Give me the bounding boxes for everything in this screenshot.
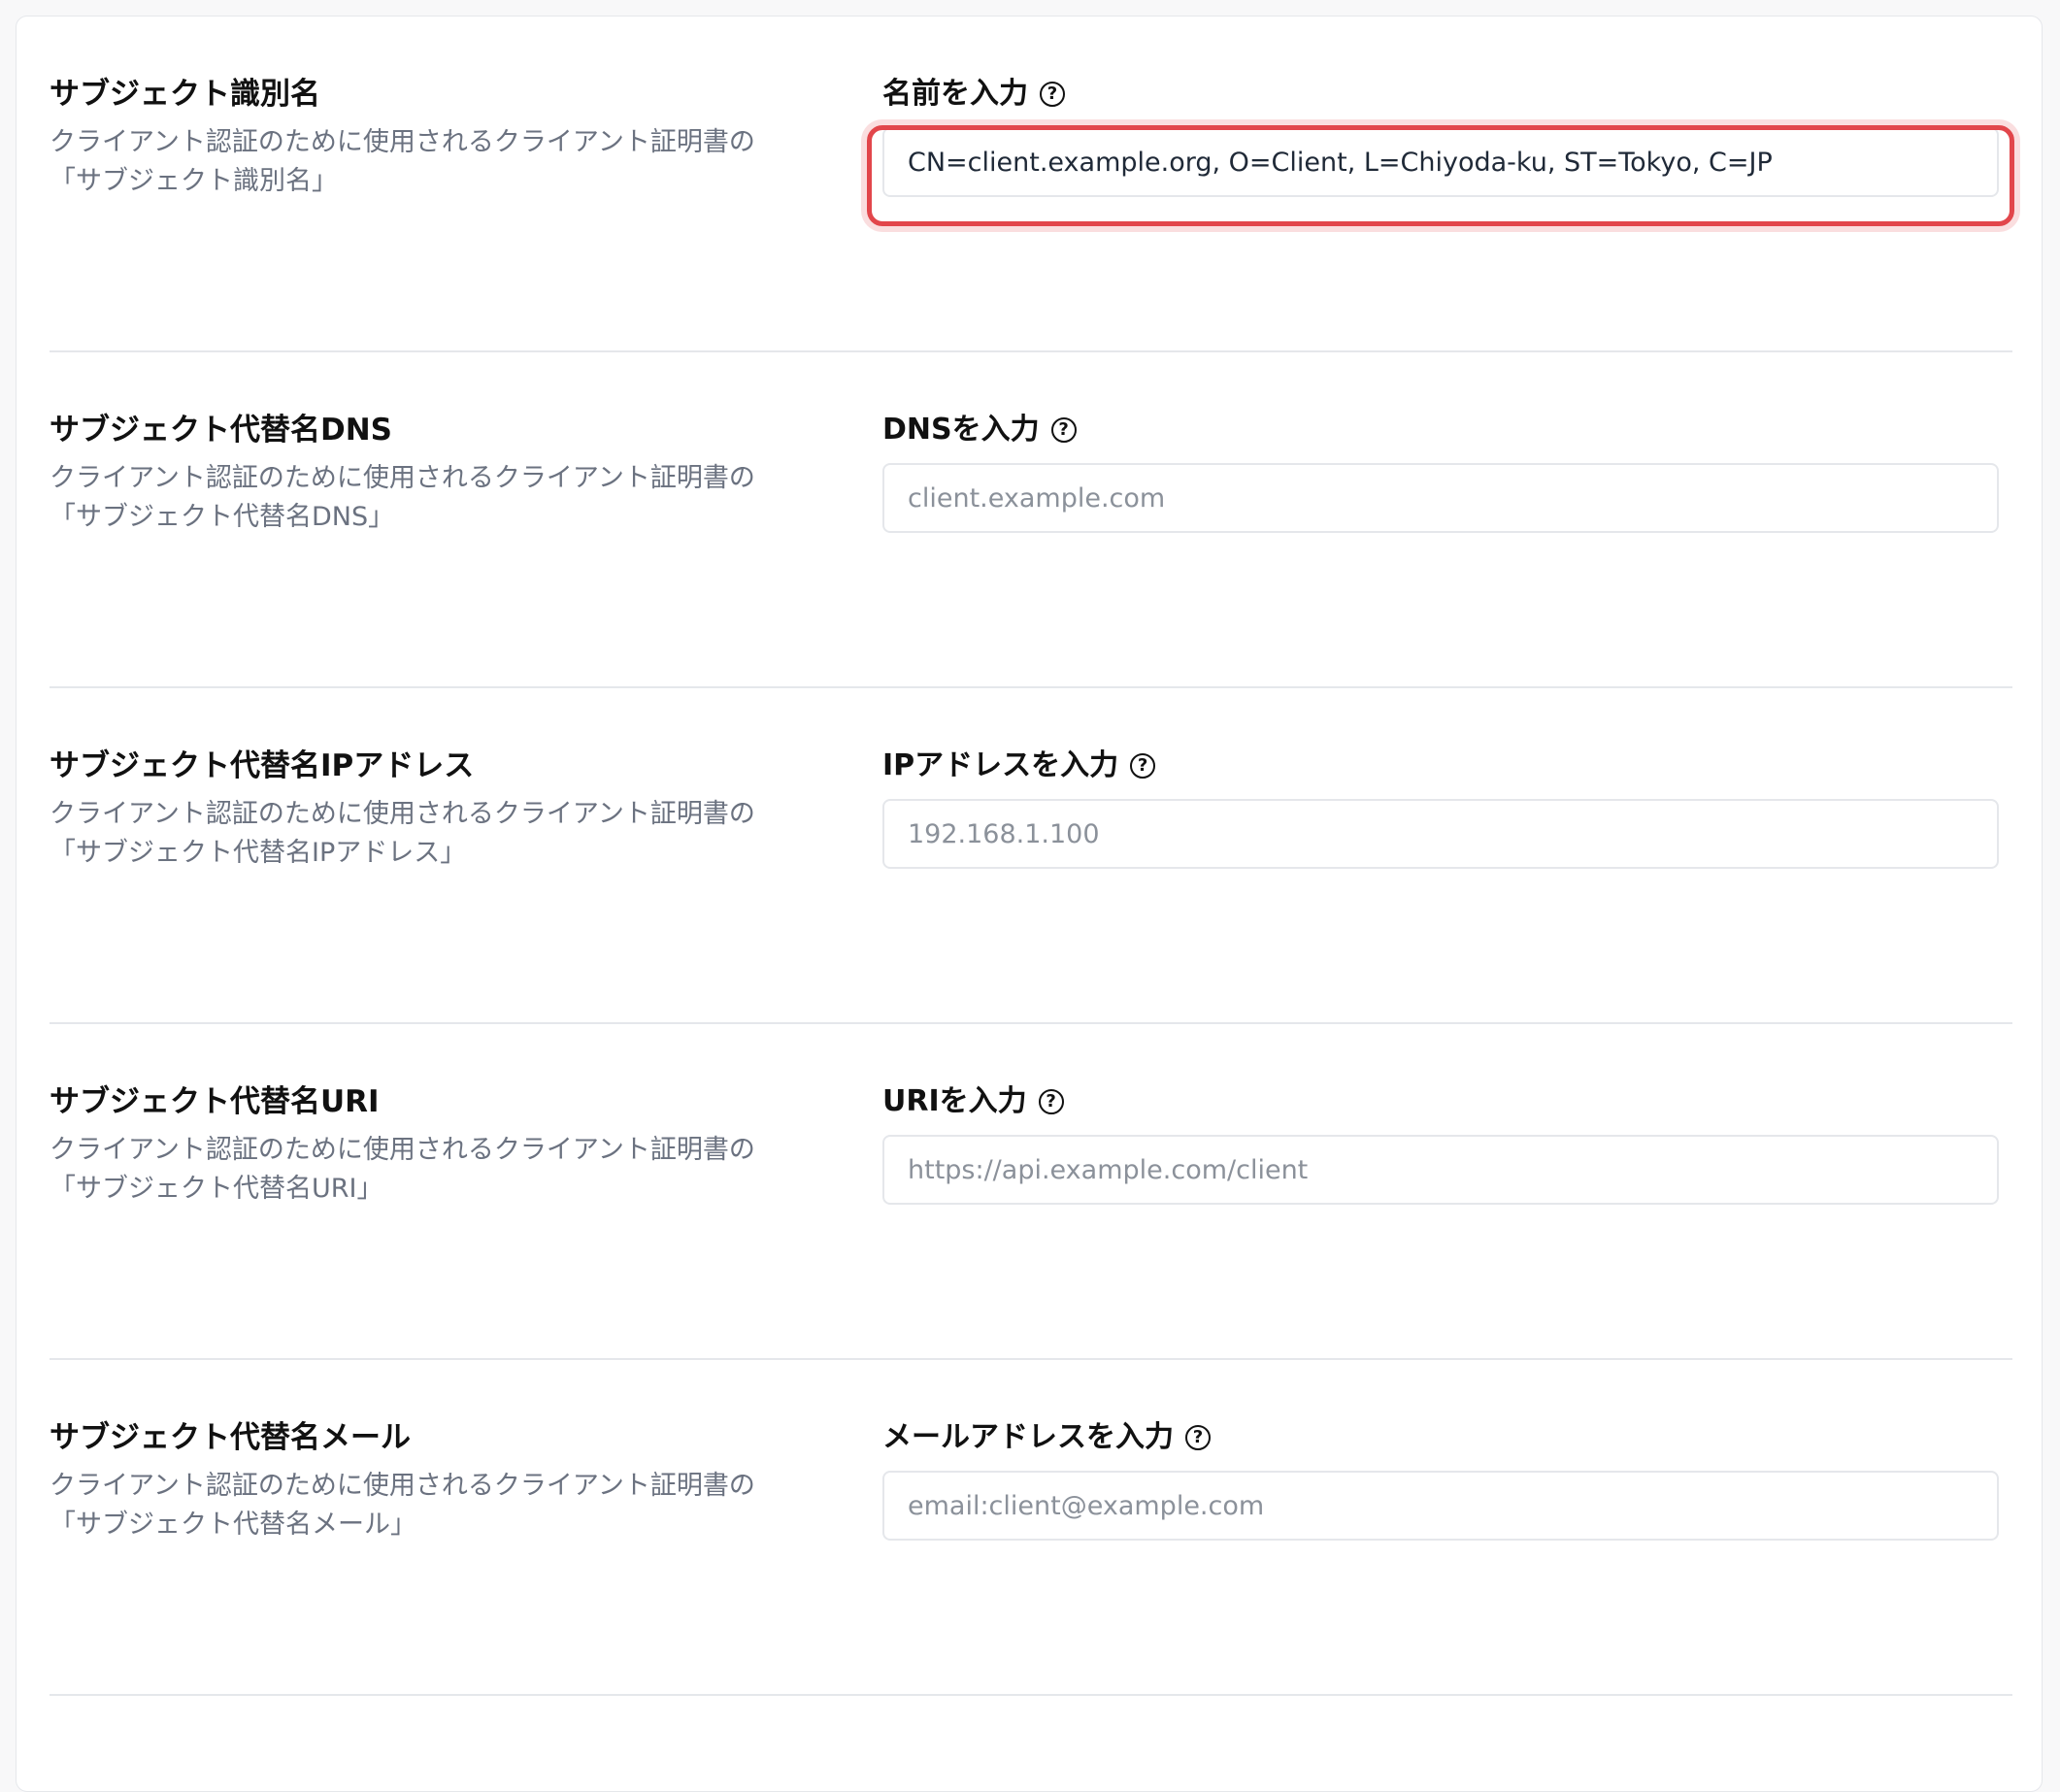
row-san-dns: サブジェクト代替名DNS クライアント認証のために使用されるクライアント証明書の… bbox=[50, 352, 2012, 688]
row-description: クライアント認証のために使用されるクライアント証明書の 「サブジェクト識別名」 bbox=[50, 123, 816, 201]
help-question-icon[interactable]: ? bbox=[1185, 1425, 1211, 1450]
row-description-line2: 「サブジェクト代替名URI」 bbox=[50, 1174, 383, 1204]
row-title: サブジェクト識別名 bbox=[50, 77, 320, 112]
row-description-line1: クライアント認証のために使用されるクライアント証明書の bbox=[50, 463, 755, 493]
field-label: DNSを入力 ? bbox=[882, 411, 1999, 449]
row-input-column: IPアドレスを入力 ? bbox=[882, 747, 1999, 869]
row-title: サブジェクト代替名メール bbox=[50, 1420, 411, 1455]
row-input-column: 名前を入力 ? bbox=[867, 75, 2014, 226]
san-ip-input[interactable] bbox=[882, 799, 1999, 869]
subject-dn-input[interactable] bbox=[882, 127, 1999, 197]
row-description: クライアント認証のために使用されるクライアント証明書の 「サブジェクト代替名DN… bbox=[50, 459, 816, 537]
row-label-column: サブジェクト代替名URI クライアント認証のために使用されるクライアント証明書の… bbox=[50, 1082, 816, 1209]
san-dns-input[interactable] bbox=[882, 463, 1999, 533]
help-question-icon[interactable]: ? bbox=[1040, 82, 1065, 107]
row-subject-dn: サブジェクト識別名 クライアント認証のために使用されるクライアント証明書の 「サ… bbox=[50, 17, 2014, 352]
field-label-text: DNSを入力 bbox=[882, 413, 1040, 447]
row-title: サブジェクト代替名IPアドレス bbox=[50, 748, 475, 783]
row-description-line2: 「サブジェクト代替名メール」 bbox=[50, 1510, 416, 1540]
help-question-icon[interactable]: ? bbox=[1130, 753, 1156, 779]
row-description-line1: クライアント認証のために使用されるクライアント証明書の bbox=[50, 1135, 755, 1165]
san-uri-input[interactable] bbox=[882, 1135, 1999, 1205]
row-description: クライアント認証のために使用されるクライアント証明書の 「サブジェクト代替名IP… bbox=[50, 795, 816, 873]
row-description: クライアント認証のために使用されるクライアント証明書の 「サブジェクト代替名UR… bbox=[50, 1131, 816, 1209]
row-description-line2: 「サブジェクト代替名IPアドレス」 bbox=[50, 838, 467, 868]
row-description-line1: クライアント認証のために使用されるクライアント証明書の bbox=[50, 127, 755, 157]
row-description-line2: 「サブジェクト代替名DNS」 bbox=[50, 502, 395, 532]
row-input-column: DNSを入力 ? bbox=[882, 411, 1999, 533]
row-title: サブジェクト代替名URI bbox=[50, 1084, 380, 1119]
field-label: URIを入力 ? bbox=[882, 1082, 1999, 1121]
row-description-line1: クライアント認証のために使用されるクライアント証明書の bbox=[50, 799, 755, 829]
row-description: クライアント認証のために使用されるクライアント証明書の 「サブジェクト代替名メー… bbox=[50, 1467, 816, 1544]
row-input-column: URIを入力 ? bbox=[882, 1082, 1999, 1205]
row-input-column: メールアドレスを入力 ? bbox=[882, 1418, 1999, 1541]
field-label: 名前を入力 ? bbox=[882, 75, 1999, 114]
row-label-column: サブジェクト代替名メール クライアント認証のために使用されるクライアント証明書の… bbox=[50, 1418, 816, 1544]
field-label: IPアドレスを入力 ? bbox=[882, 747, 1999, 785]
field-label-text: URIを入力 bbox=[882, 1084, 1027, 1118]
field-label-text: IPアドレスを入力 bbox=[882, 748, 1119, 782]
row-title: サブジェクト代替名DNS bbox=[50, 413, 393, 448]
field-label-text: 名前を入力 bbox=[882, 77, 1028, 111]
field-label: メールアドレスを入力 ? bbox=[882, 1418, 1999, 1457]
row-description-line2: 「サブジェクト識別名」 bbox=[50, 166, 338, 196]
san-email-input[interactable] bbox=[882, 1471, 1999, 1541]
row-description-line1: クライアント認証のために使用されるクライアント証明書の bbox=[50, 1471, 755, 1501]
help-question-icon[interactable]: ? bbox=[1038, 1089, 1064, 1114]
help-question-icon[interactable]: ? bbox=[1050, 417, 1077, 443]
row-label-column: サブジェクト代替名IPアドレス クライアント認証のために使用されるクライアント証… bbox=[50, 747, 816, 873]
row-label-column: サブジェクト識別名 クライアント認証のために使用されるクライアント証明書の 「サ… bbox=[50, 75, 816, 201]
row-san-ip: サブジェクト代替名IPアドレス クライアント認証のために使用されるクライアント証… bbox=[50, 688, 2012, 1024]
row-label-column: サブジェクト代替名DNS クライアント認証のために使用されるクライアント証明書の… bbox=[50, 411, 816, 537]
settings-card: サブジェクト識別名 クライアント認証のために使用されるクライアント証明書の 「サ… bbox=[16, 16, 2043, 1792]
row-san-email: サブジェクト代替名メール クライアント認証のために使用されるクライアント証明書の… bbox=[50, 1360, 2012, 1696]
field-label-text: メールアドレスを入力 bbox=[882, 1420, 1174, 1454]
row-san-uri: サブジェクト代替名URI クライアント認証のために使用されるクライアント証明書の… bbox=[50, 1024, 2012, 1360]
